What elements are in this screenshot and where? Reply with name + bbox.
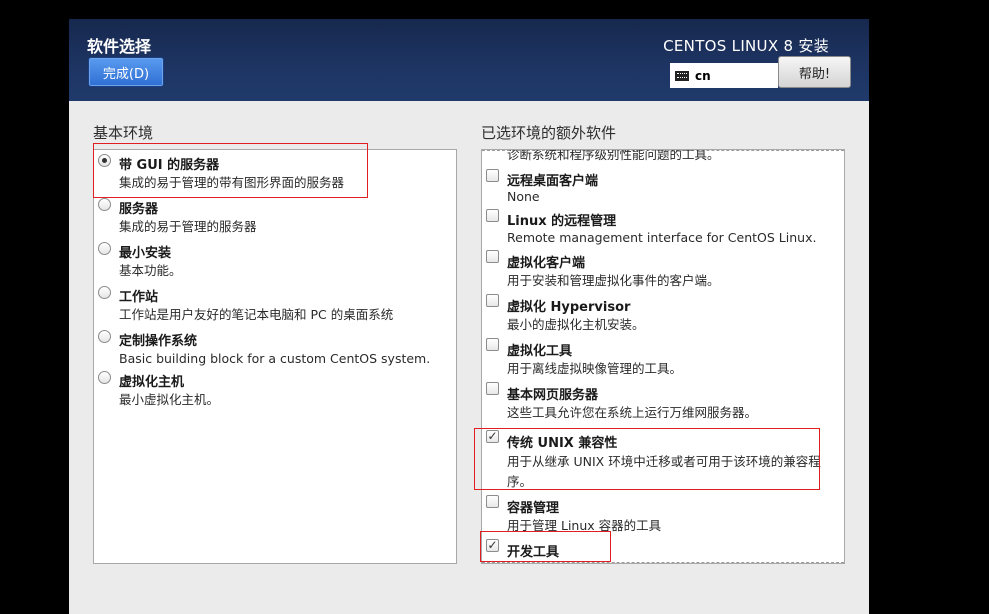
env-item-title: 工作站 (119, 290, 159, 305)
addon-item-desc: 诊断系统和程序级别性能问题的工具。 (507, 149, 720, 162)
addon-item-title: Linux 的远程管理 (507, 214, 617, 229)
addon-item-title: 虚拟化工具 (507, 344, 573, 359)
keyboard-layout-indicator[interactable]: cn (670, 63, 778, 88)
env-item-desc: 工作站是用户友好的笔记本电脑和 PC 的桌面系统 (119, 307, 394, 322)
keyboard-icon (675, 70, 689, 81)
addon-item-desc: 用于管理 Linux 容器的工具 (507, 518, 662, 533)
help-button[interactable]: 帮助! (778, 56, 851, 88)
radio-button[interactable] (98, 242, 111, 255)
checkbox[interactable] (486, 382, 499, 395)
addon-item-title: 容器管理 (507, 501, 560, 516)
radio-button[interactable] (98, 154, 111, 167)
addons-list: 诊断系统和程序级别性能问题的工具。 远程桌面客户端 None Linux 的远程… (481, 149, 845, 564)
product-title: CENTOS LINUX 8 安装 (663, 37, 829, 55)
base-environment-list: 带 GUI 的服务器 集成的易于管理的带有图形界面的服务器 服务器 集成的易于管… (93, 149, 457, 564)
addon-item-desc: 用于离线虚拟映像管理的工具。 (507, 361, 683, 376)
checkbox[interactable] (486, 209, 499, 222)
checkbox[interactable]: ✓ (486, 430, 499, 443)
addon-item-title: 虚拟化 Hypervisor (507, 300, 631, 315)
checkbox[interactable] (486, 169, 499, 182)
radio-button[interactable] (98, 198, 111, 211)
env-item-desc: 基本功能。 (119, 263, 182, 278)
radio-button[interactable] (98, 371, 111, 384)
installer-window: 软件选择 完成(D) CENTOS LINUX 8 安装 cn 帮助! 基本环境… (69, 19, 869, 614)
addon-item-title: 基本网页服务器 (507, 388, 599, 403)
checkbox[interactable]: ✓ (486, 539, 499, 552)
addon-item-title: 开发工具 (507, 545, 560, 560)
env-item-title: 最小安装 (119, 246, 172, 261)
addons-label: 已选环境的额外软件 (481, 124, 617, 142)
page-title: 软件选择 (87, 37, 152, 56)
checkbox[interactable] (486, 250, 499, 263)
addon-item-title: 虚拟化客户端 (507, 256, 586, 271)
env-item-desc: 集成的易于管理的带有图形界面的服务器 (119, 175, 345, 190)
env-item-desc: Basic building block for a custom CentOS… (119, 351, 431, 366)
base-environment-label: 基本环境 (93, 124, 154, 142)
env-item-desc: 最小虚拟化主机。 (119, 392, 220, 407)
addon-item-title: 传统 UNIX 兼容性 (507, 436, 618, 451)
addon-item-desc: 用于从继承 UNIX 环境中迁移或者可用于该环境的兼容程序。 (507, 454, 821, 489)
addon-item-desc: Remote management interface for CentOS L… (507, 230, 817, 245)
addon-item-desc: None (507, 189, 540, 204)
header-bar: 软件选择 完成(D) CENTOS LINUX 8 安装 cn 帮助! (69, 19, 869, 101)
addon-item-desc: 用于安装和管理虚拟化事件的客户端。 (507, 273, 720, 288)
radio-button[interactable] (98, 330, 111, 343)
done-button[interactable]: 完成(D) (88, 57, 164, 87)
env-item-title: 虚拟化主机 (119, 375, 185, 390)
checkbox[interactable] (486, 294, 499, 307)
radio-button[interactable] (98, 286, 111, 299)
env-item-title: 定制操作系统 (119, 334, 198, 349)
env-item-title: 带 GUI 的服务器 (119, 158, 220, 173)
checkbox[interactable] (486, 495, 499, 508)
checkbox[interactable] (486, 338, 499, 351)
scroll-edge-bottom (482, 562, 844, 563)
addon-item-desc: 最小的虚拟化主机安装。 (507, 317, 645, 332)
addon-item-desc: 这些工具允许您在系统上运行万维网服务器。 (507, 405, 758, 420)
env-item-title: 服务器 (119, 202, 159, 217)
keyboard-layout-label: cn (695, 68, 711, 83)
env-item-desc: 集成的易于管理的服务器 (119, 219, 257, 234)
